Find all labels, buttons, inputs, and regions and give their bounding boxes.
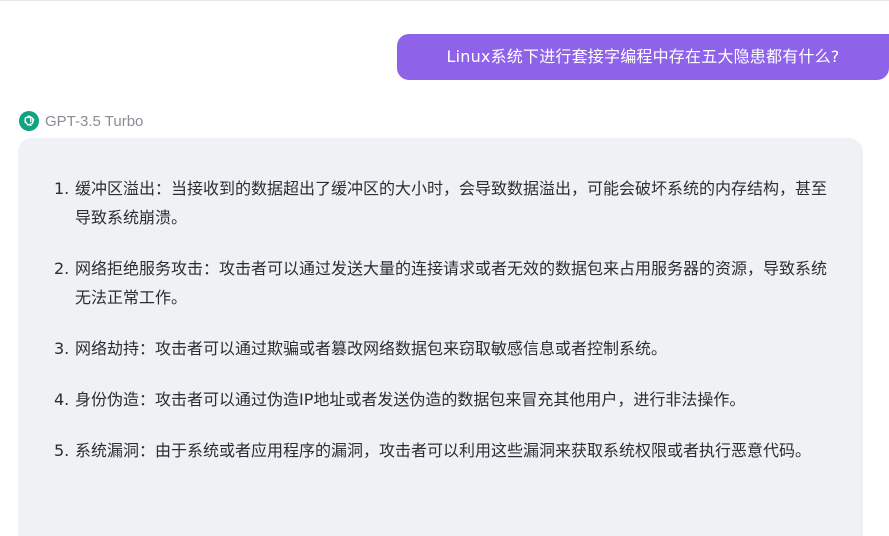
list-item-text: 网络拒绝服务攻击：攻击者可以通过发送大量的连接请求或者无效的数据包来占用服务器的…: [75, 259, 828, 307]
openai-logo-glyph: [24, 115, 35, 127]
answer-list-item: 3. 网络劫持：攻击者可以通过欺骗或者篡改网络数据包来窃取敏感信息或者控制系统。: [54, 334, 832, 363]
list-item-number: 3.: [54, 339, 70, 358]
list-item-number: 2.: [54, 259, 70, 278]
list-item-number: 5.: [54, 441, 70, 460]
assistant-answer-card: 1. 缓冲区溢出：当接收到的数据超出了缓冲区的大小时，会导致数据溢出，可能会破坏…: [18, 138, 863, 536]
user-message-bubble: Linux系统下进行套接字编程中存在五大隐患都有什么?: [397, 34, 889, 80]
list-item-text: 系统漏洞：由于系统或者应用程序的漏洞，攻击者可以利用这些漏洞来获取系统权限或者执…: [75, 441, 812, 460]
list-item-text: 缓冲区溢出：当接收到的数据超出了缓冲区的大小时，会导致数据溢出，可能会破坏系统的…: [75, 179, 828, 227]
answer-list-item: 4. 身份伪造：攻击者可以通过伪造IP地址或者发送伪造的数据包来冒充其他用户，进…: [54, 385, 832, 414]
assistant-header: GPT-3.5 Turbo: [19, 110, 143, 132]
answer-list-item: 2. 网络拒绝服务攻击：攻击者可以通过发送大量的连接请求或者无效的数据包来占用服…: [54, 254, 832, 312]
answer-list-item: 5. 系统漏洞：由于系统或者应用程序的漏洞，攻击者可以利用这些漏洞来获取系统权限…: [54, 436, 832, 465]
list-item-number: 4.: [54, 390, 70, 409]
answer-list-item: 1. 缓冲区溢出：当接收到的数据超出了缓冲区的大小时，会导致数据溢出，可能会破坏…: [54, 174, 832, 232]
openai-logo-icon: [19, 111, 39, 131]
model-name-label: GPT-3.5 Turbo: [45, 112, 144, 130]
top-divider: [0, 0, 889, 1]
user-message-text: Linux系统下进行套接字编程中存在五大隐患都有什么?: [446, 47, 840, 66]
answer-list: 1. 缓冲区溢出：当接收到的数据超出了缓冲区的大小时，会导致数据溢出，可能会破坏…: [54, 174, 832, 487]
list-item-text: 身份伪造：攻击者可以通过伪造IP地址或者发送伪造的数据包来冒充其他用户，进行非法…: [75, 390, 746, 409]
list-item-text: 网络劫持：攻击者可以通过欺骗或者篡改网络数据包来窃取敏感信息或者控制系统。: [75, 339, 668, 358]
list-item-number: 1.: [54, 179, 70, 198]
